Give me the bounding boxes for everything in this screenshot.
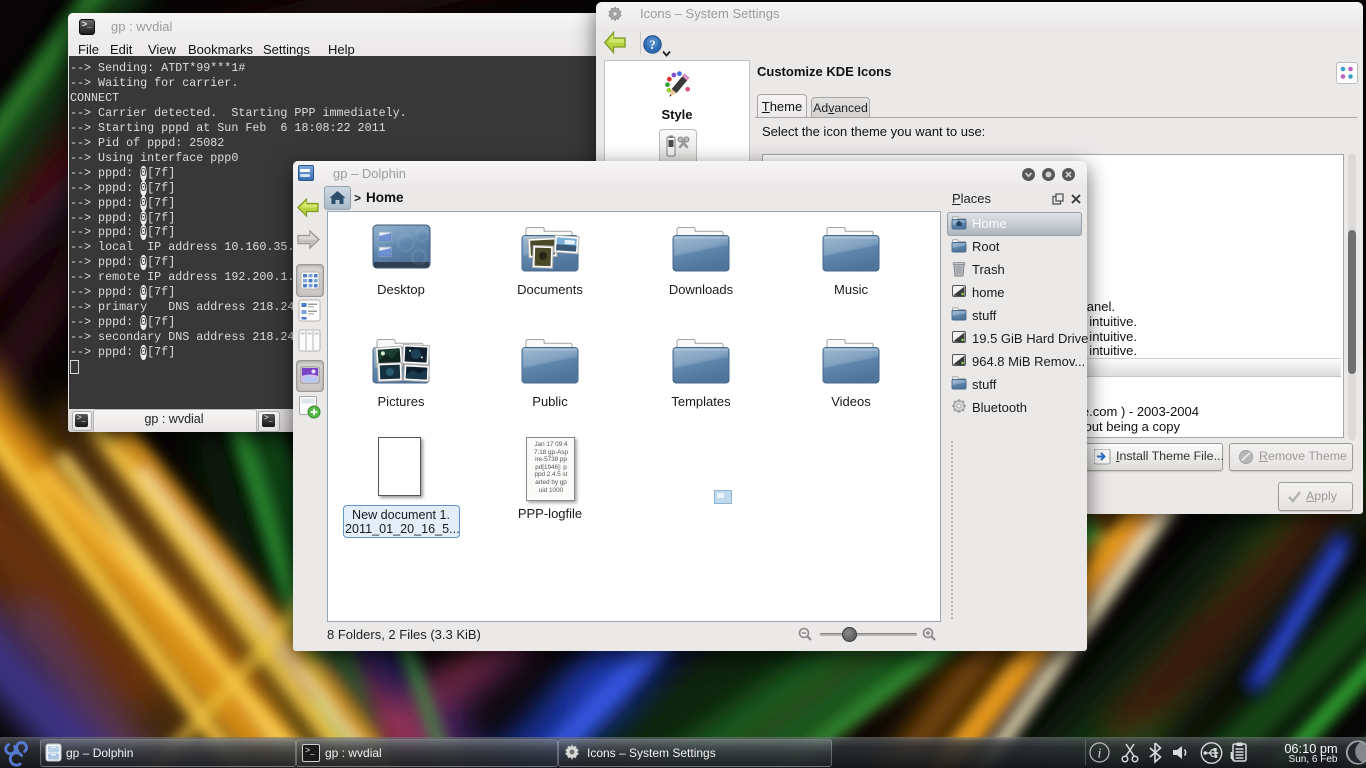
svg-text:i: i — [1098, 747, 1102, 762]
svg-text:?: ? — [649, 38, 655, 52]
